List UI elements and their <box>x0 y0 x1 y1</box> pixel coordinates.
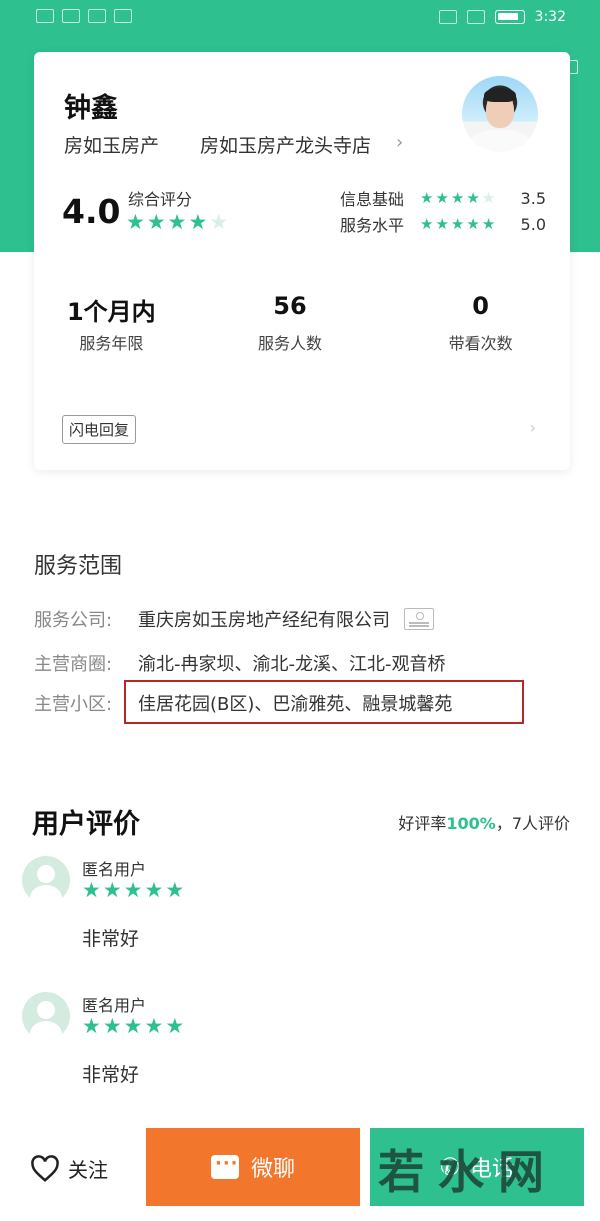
chevron-right-icon[interactable]: › <box>530 418 536 437</box>
star-icon: ★ <box>123 1014 143 1038</box>
bluetooth-icon <box>466 10 485 24</box>
star-icon: ★ <box>435 214 449 233</box>
info-label: 主营商圈: <box>34 654 113 675</box>
wifi-icon <box>114 9 132 23</box>
quick-reply-badge: 闪电回复 <box>62 415 137 444</box>
star-icon: ★ <box>146 210 166 234</box>
stat-label: 服务人数 <box>257 334 322 353</box>
info-value: 渝北-冉家坝、渝北-龙溪、江北-观音桥 <box>138 654 446 675</box>
star-icon: ★ <box>481 188 496 207</box>
star-icon: ★ <box>435 188 449 207</box>
star-icon: ★ <box>420 188 434 207</box>
stat-viewings: 0 带看次数 <box>391 292 570 354</box>
status-time: 3:32 <box>534 9 566 25</box>
star-icon: ★ <box>188 210 208 234</box>
stat-value: 1个月内 <box>66 298 156 326</box>
rating-score: 3.5 <box>520 188 546 208</box>
rating-row-service: 服务水平 ★ ★ ★ ★ ★ 5.0 <box>340 212 546 236</box>
rating-stars: ★ ★ ★ ★ ★ <box>420 188 518 207</box>
info-label: 主营小区: <box>34 694 113 715</box>
stat-value: 56 <box>273 292 307 320</box>
chat-label: 微聊 <box>250 1157 295 1182</box>
rating-score: 5.0 <box>520 214 546 234</box>
watermark: 若水网 <box>378 1145 558 1199</box>
follow-label: 关注 <box>68 1158 108 1182</box>
license-icon[interactable] <box>404 608 434 630</box>
overall-score: 4.0 <box>62 192 121 231</box>
signal-icon <box>62 9 80 23</box>
rating-row-info: 信息基础 ★ ★ ★ ★ ★ 3.5 <box>340 186 546 210</box>
rating-label: 服务水平 <box>340 216 405 235</box>
service-scope-title: 服务范围 <box>34 554 123 579</box>
star-icon: ★ <box>450 214 465 233</box>
info-label: 服务公司: <box>34 610 113 631</box>
review-user: 匿名用户 <box>82 860 147 879</box>
review-user: 匿名用户 <box>82 996 147 1015</box>
avatar <box>462 76 538 152</box>
star-icon: ★ <box>82 878 101 902</box>
agent-company: 房如玉房产 <box>64 135 160 157</box>
star-icon: ★ <box>165 1014 185 1038</box>
stat-value: 0 <box>472 292 489 320</box>
summary-prefix: 好评率 <box>398 814 447 833</box>
info-value: 重庆房如玉房地产经纪有限公司 <box>138 610 390 631</box>
positive-rate: 100% <box>446 814 496 833</box>
chevron-right-icon[interactable]: › <box>396 132 403 153</box>
summary-suffix: ，7人评价 <box>495 814 570 833</box>
overall-score-label: 综合评分 <box>128 190 193 209</box>
user-avatar-icon <box>22 856 70 904</box>
review-summary: 好评率100%，7人评价 <box>398 810 570 834</box>
info-row-company: 服务公司: 重庆房如玉房地产经纪有限公司 <box>34 606 434 632</box>
signal-icon-2 <box>88 9 106 23</box>
review-stars: ★ ★ ★ ★ ★ <box>82 1016 184 1037</box>
heart-icon <box>31 1154 59 1182</box>
star-icon: ★ <box>466 214 480 233</box>
reviews-title: 用户评价 <box>32 809 140 840</box>
star-icon: ★ <box>466 188 480 207</box>
star-icon: ★ <box>167 210 187 234</box>
overall-stars: ★ ★ ★ ★ ★ <box>126 212 228 233</box>
star-icon: ★ <box>165 878 185 902</box>
star-icon: ★ <box>144 1014 164 1038</box>
stat-label: 服务年限 <box>79 334 144 353</box>
sim-icon <box>36 9 54 23</box>
star-icon: ★ <box>450 188 465 207</box>
agent-store-link[interactable]: 房如玉房产龙头寺店 <box>200 131 371 158</box>
star-icon: ★ <box>481 214 496 233</box>
star-icon: ★ <box>102 878 122 902</box>
stat-service-years: 1个月内 服务年限 <box>22 292 201 354</box>
status-bar: 3:32 <box>0 0 600 38</box>
status-icons-left <box>36 9 132 23</box>
rating-label: 信息基础 <box>340 190 405 209</box>
star-icon: ★ <box>123 878 143 902</box>
review-stars: ★ ★ ★ ★ ★ <box>82 880 184 901</box>
battery-icon <box>494 10 525 24</box>
stat-clients: 56 服务人数 <box>201 292 380 354</box>
agent-name: 钟鑫 <box>64 93 118 124</box>
star-icon: ★ <box>209 210 229 234</box>
follow-button[interactable]: 关注 <box>30 1154 108 1183</box>
stat-label: 带看次数 <box>448 334 513 353</box>
agent-card: 钟鑫 房如玉房产 房如玉房产龙头寺店 › 4.0 综合评分 ★ ★ ★ ★ ★ 信息基础… <box>34 52 570 470</box>
agent-stats: 1个月内 服务年限 56 服务人数 0 带看次数 <box>34 292 570 354</box>
review-text: 非常好 <box>82 928 140 950</box>
star-icon: ★ <box>144 878 164 902</box>
highlight-box <box>124 680 524 724</box>
info-row-business-areas: 主营商圈: 渝北-冉家坝、渝北-龙溪、江北-观音桥 <box>34 650 445 676</box>
user-avatar-icon <box>22 992 70 1040</box>
star-icon: ★ <box>102 1014 122 1038</box>
nfc-icon <box>438 10 457 24</box>
star-icon: ★ <box>420 214 434 233</box>
review-text: 非常好 <box>82 1064 140 1086</box>
star-icon: ★ <box>126 210 145 234</box>
star-icon: ★ <box>82 1014 101 1038</box>
chat-icon <box>210 1153 239 1179</box>
status-icons-right: 3:32 <box>438 9 566 25</box>
rating-stars: ★ ★ ★ ★ ★ <box>420 214 518 233</box>
chat-button[interactable]: 微聊 <box>146 1128 360 1206</box>
